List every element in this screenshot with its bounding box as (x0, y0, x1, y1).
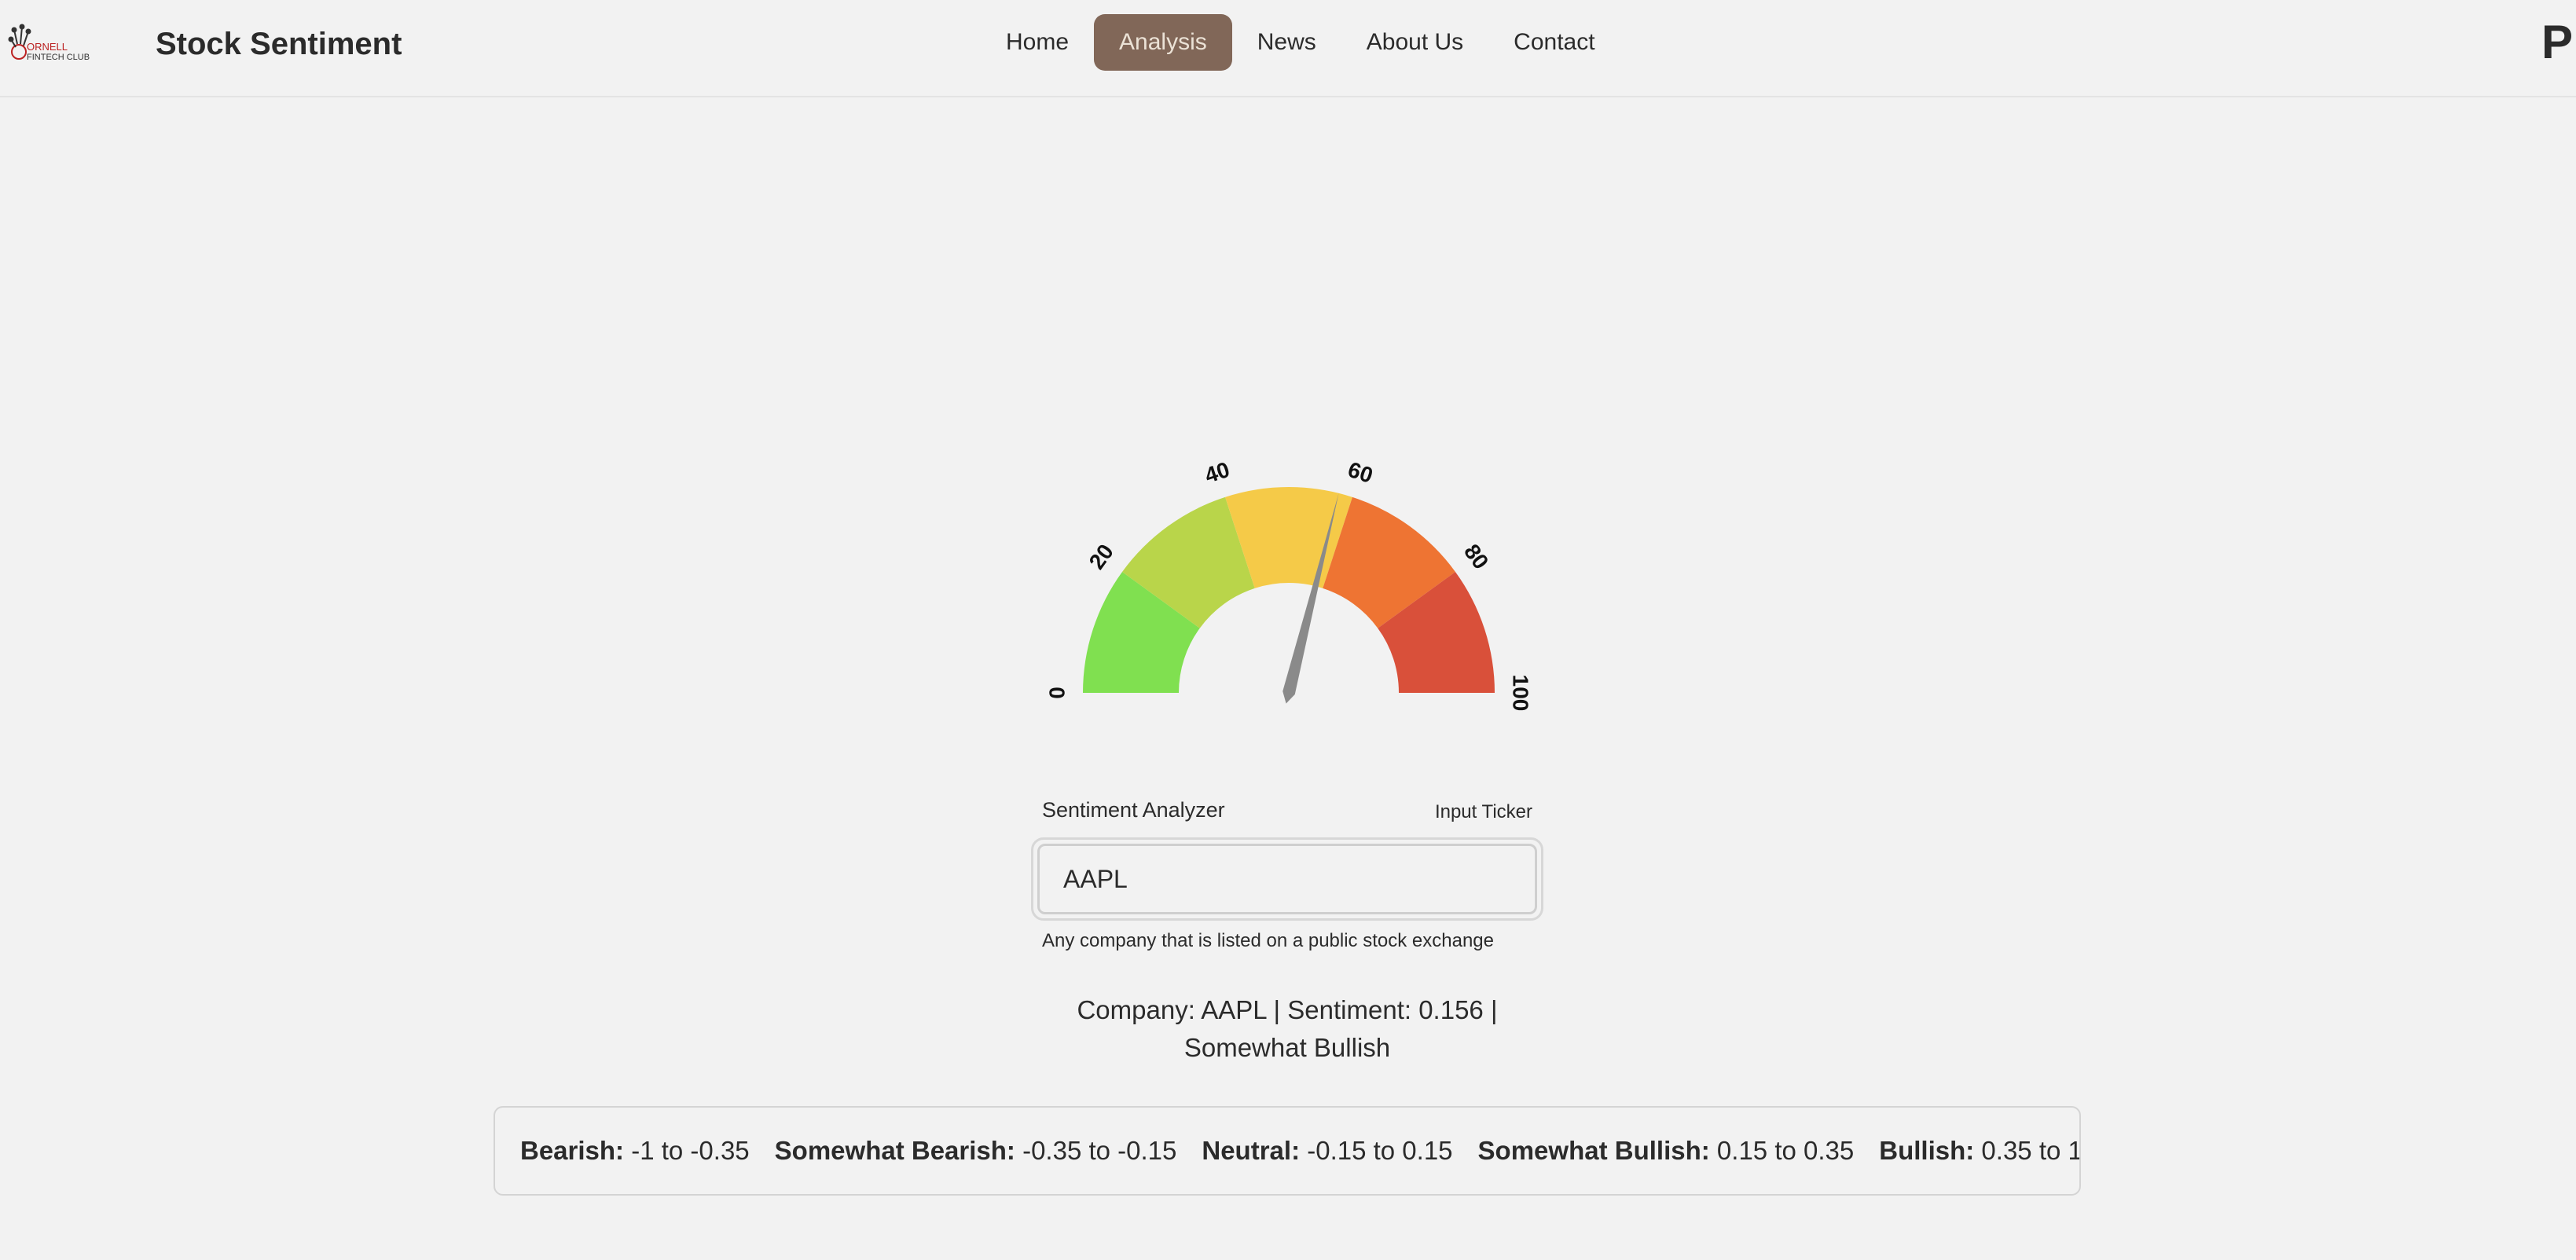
gauge-segments (1083, 487, 1495, 693)
result-line-1: Company: AAPL | Sentiment: 0.156 | (1077, 995, 1498, 1024)
nav-news-link[interactable]: News (1232, 14, 1341, 71)
sentiment-result: Company: AAPL | Sentiment: 0.156 | Somew… (1051, 991, 1523, 1067)
sentiment-legend: Bearish: -1 to -0.35 Somewhat Bearish: -… (494, 1106, 2081, 1196)
main-nav: Home Analysis News About Us Contact (981, 14, 1620, 71)
legend-somewhat-bullish-range: 0.15 to 0.35 (1716, 1136, 1855, 1165)
result-line-2: Somewhat Bullish (1183, 1033, 1391, 1062)
nav-contact-link[interactable]: Contact (1488, 14, 1620, 71)
sentiment-gauge: 0 20 40 60 80 100 (1045, 457, 1533, 712)
ticker-input-wrapper (1031, 837, 1543, 921)
legend-neutral: Neutral: -0.15 to 0.15 (1202, 1136, 1452, 1166)
site-brand-title[interactable]: Stock Sentiment (156, 22, 402, 66)
sentiment-analyzer-label: Sentiment Analyzer (1042, 798, 1225, 822)
nav-analysis-link[interactable]: Analysis (1094, 14, 1232, 71)
gauge-tick-label: 80 (1459, 540, 1493, 573)
legend-somewhat-bullish-name: Somewhat Bullish: (1477, 1136, 1710, 1165)
legend-somewhat-bearish: Somewhat Bearish: -0.35 to -0.15 (775, 1136, 1177, 1166)
ticker-input[interactable] (1037, 844, 1537, 914)
gauge-tick-label: 20 (1084, 540, 1118, 573)
ticker-helper-text: Any company that is listed on a public s… (1042, 930, 1494, 951)
gauge-tick-label: 60 (1345, 457, 1376, 488)
logo-text-line1: ORNELL (27, 41, 68, 53)
legend-bullish: Bullish: 0.35 to 1 (1879, 1136, 2081, 1166)
legend-bullish-range: 0.35 to 1 (1981, 1136, 2081, 1165)
legend-somewhat-bullish: Somewhat Bullish: 0.15 to 0.35 (1478, 1136, 1855, 1166)
profile-button[interactable]: P (2541, 11, 2576, 74)
cornell-fintech-logo[interactable]: ORNELL FINTECH CLUB (8, 20, 102, 71)
gauge-tick-label: 0 (1045, 687, 1070, 699)
legend-bearish: Bearish: -1 to -0.35 (520, 1136, 750, 1166)
nav-about-link[interactable]: About Us (1341, 14, 1488, 71)
legend-neutral-range: -0.15 to 0.15 (1307, 1136, 1453, 1165)
legend-bullish-name: Bullish: (1879, 1136, 1975, 1165)
logo-text-line2: FINTECH CLUB (27, 53, 90, 62)
legend-bearish-range: -1 to -0.35 (631, 1136, 750, 1165)
legend-neutral-name: Neutral: (1202, 1136, 1301, 1165)
legend-somewhat-bearish-name: Somewhat Bearish: (774, 1136, 1015, 1165)
top-navbar: ORNELL FINTECH CLUB Stock Sentiment Home… (0, 0, 2576, 97)
nav-home-link[interactable]: Home (981, 14, 1094, 71)
legend-bearish-name: Bearish: (520, 1136, 625, 1165)
input-ticker-hint: Input Ticker (1434, 801, 1532, 822)
gauge-tick-label: 40 (1202, 457, 1232, 488)
legend-somewhat-bearish-range: -0.35 to -0.15 (1022, 1136, 1177, 1165)
gauge-tick-label: 100 (1509, 675, 1533, 712)
